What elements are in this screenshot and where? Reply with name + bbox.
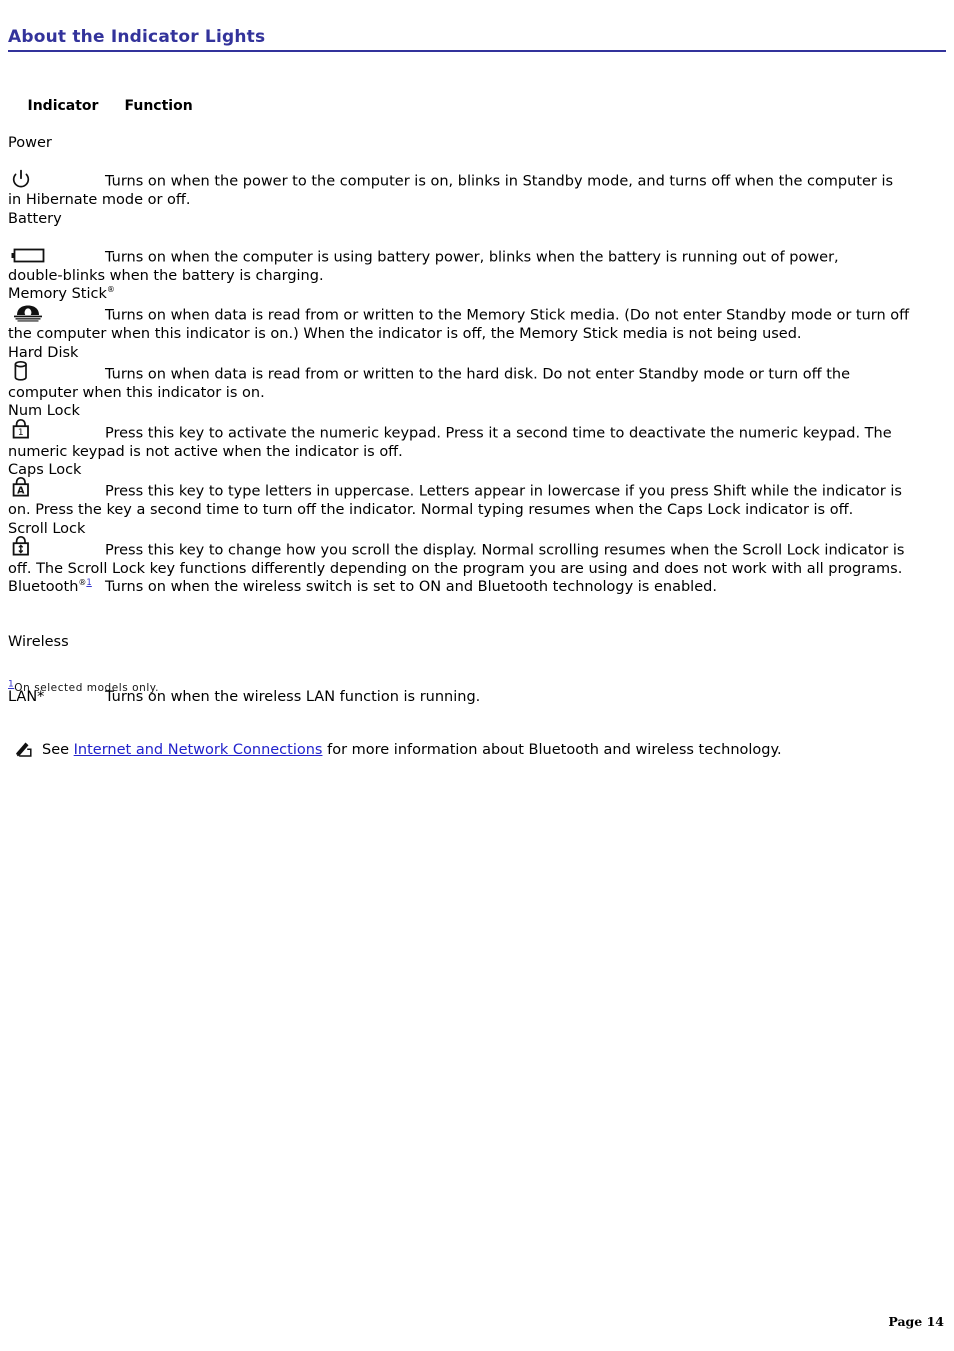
row-spacer xyxy=(8,228,948,245)
footnote: 1On selected models only. xyxy=(8,680,159,695)
row-description-line2: on. Press the key a second time to turn … xyxy=(8,502,854,519)
row-description: Turns on when the wireless switch is set… xyxy=(105,579,717,596)
table-row-wireless-lan: Wireless LAN* Turns on when the wireless … xyxy=(8,596,948,742)
row-label-num-lock: Num Lock xyxy=(8,403,80,420)
table-row: Memory Stick® Turns on when data is read… xyxy=(8,285,948,344)
row-spacer xyxy=(8,152,948,169)
row-description-line1: Press this key to change how you scroll … xyxy=(105,542,905,559)
row-label-battery: Battery xyxy=(8,210,62,227)
column-header-indicator: Indicator xyxy=(27,98,99,114)
row-description-line1: Turns on when data is read from or writt… xyxy=(105,366,851,383)
table-row: Hard Disk Turns on when data is read fro… xyxy=(8,344,948,403)
num-lock-icon: 1 xyxy=(8,418,105,443)
row-description-line1: Press this key to activate the numeric k… xyxy=(105,425,892,442)
row-label-memory-stick: Memory Stick® xyxy=(8,285,948,303)
row-icon-and-text: 1 Press this key to activate the numeric… xyxy=(8,418,948,443)
row-description: Turns on when the wireless LAN function … xyxy=(105,688,481,705)
caps-lock-icon: A xyxy=(8,477,105,501)
row-description-line1: Turns on when the power to the computer … xyxy=(105,174,894,190)
row-icon-and-text: Turns on when data is read from or writt… xyxy=(8,361,948,384)
page-number-footer: Page 14 xyxy=(888,1314,944,1329)
table-row: Caps Lock A Press this key to type lette… xyxy=(8,461,948,520)
table-row: Power Turns on when the power to the com… xyxy=(8,134,948,210)
indicator-table: Power Turns on when the power to the com… xyxy=(8,134,948,743)
row-icon-and-text: Turns on when data is read from or writt… xyxy=(8,303,948,325)
row-description-line1: Turns on when data is read from or writt… xyxy=(105,308,910,325)
row-label-caps-lock: Caps Lock xyxy=(8,461,82,478)
row-label-bluetooth: Bluetooth®1 xyxy=(8,578,105,596)
row-icon-and-text: A Press this key to type letters in uppe… xyxy=(8,477,948,501)
power-icon xyxy=(8,169,105,191)
note-see-also: See Internet and Network Connections for… xyxy=(14,740,782,764)
registered-mark: ® xyxy=(106,285,115,295)
memory-stick-icon xyxy=(8,303,105,325)
table-column-headers: Indicator Function xyxy=(8,79,193,133)
title-block: About the Indicator Lights xyxy=(8,27,946,52)
row-label-power: Power xyxy=(8,135,52,151)
row-label-scroll-lock: Scroll Lock xyxy=(8,520,86,537)
row-description-line2: double-blinks when the battery is chargi… xyxy=(8,267,324,284)
page-title: About the Indicator Lights xyxy=(8,27,266,47)
scroll-lock-icon xyxy=(8,535,105,560)
row-description-line2: in Hibernate mode or off. xyxy=(8,192,191,209)
table-row: Battery Turns on when the computer is us… xyxy=(8,210,948,286)
row-label-text: Bluetooth xyxy=(8,579,79,596)
row-icon-and-text: Press this key to change how you scroll … xyxy=(8,535,948,560)
row-description-line2: numeric keypad is not active when the in… xyxy=(8,443,403,460)
footnote-reference-link[interactable]: 1 xyxy=(86,578,91,588)
row-label-hard-disk: Hard Disk xyxy=(8,344,79,361)
hard-disk-icon xyxy=(8,361,105,384)
table-row: Scroll Lock Press this key to change how… xyxy=(8,520,948,579)
svg-text:A: A xyxy=(17,486,25,497)
row-description-line1: Press this key to type letters in upperc… xyxy=(105,483,902,500)
row-icon-and-text: Turns on when the power to the computer … xyxy=(8,169,948,191)
note-suffix: for more information about Bluetooth and… xyxy=(322,742,782,758)
title-divider xyxy=(8,50,946,52)
row-description-line1: Turns on when the computer is using batt… xyxy=(105,249,839,266)
document-page: About the Indicator Lights Indicator Func… xyxy=(0,0,954,1351)
row-description-line2: the computer when this indicator is on.)… xyxy=(8,326,802,343)
table-row: Num Lock 1 Press this key to activate th… xyxy=(8,402,948,461)
svg-text:1: 1 xyxy=(18,428,24,438)
battery-icon xyxy=(8,245,105,267)
row-description-line2: computer when this indicator is on. xyxy=(8,385,265,402)
note-pencil-icon xyxy=(14,740,36,764)
note-link[interactable]: Internet and Network Connections xyxy=(74,742,323,758)
row-icon-and-text: Turns on when the computer is using batt… xyxy=(8,245,948,267)
row-label-text: Memory Stick xyxy=(8,286,107,303)
row-description-line2: off. The Scroll Lock key functions diffe… xyxy=(8,560,903,577)
footnote-text: On selected models only. xyxy=(14,682,159,694)
note-prefix: See xyxy=(42,742,74,758)
row-label-wireless-line1: Wireless xyxy=(8,634,69,651)
table-row-bluetooth: Bluetooth®1 Turns on when the wireless sw… xyxy=(8,578,948,596)
column-header-function: Function xyxy=(124,98,193,114)
